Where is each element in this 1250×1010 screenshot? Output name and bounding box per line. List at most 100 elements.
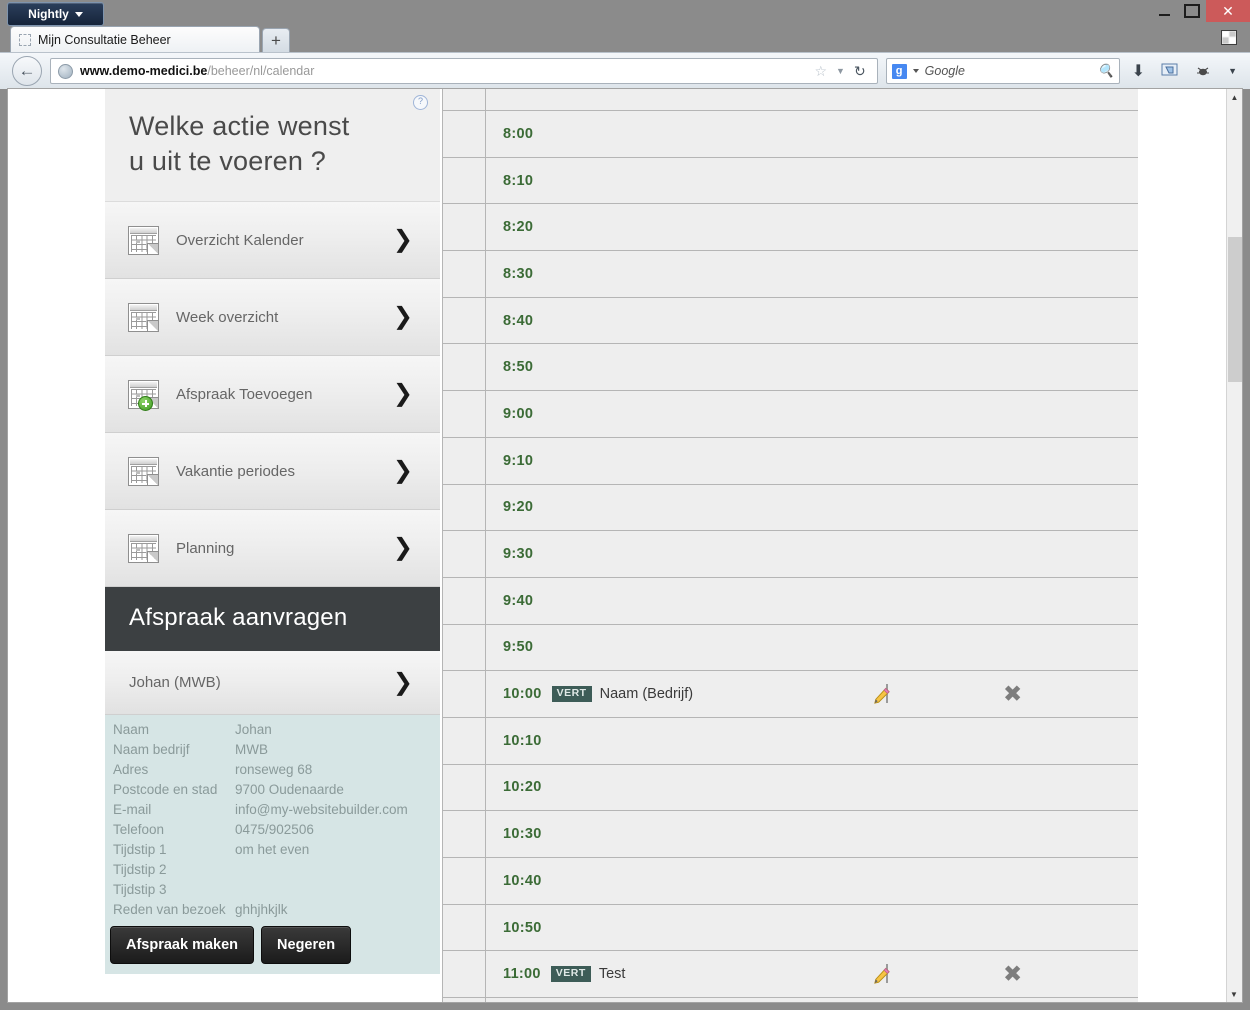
slot-body[interactable]: 9:30 (486, 531, 1138, 577)
search-icon[interactable]: 🔍 (1097, 63, 1113, 79)
slot-body[interactable]: 8:30 (486, 251, 1138, 297)
calendar-slot[interactable]: 9:10 (443, 437, 1138, 485)
slot-body[interactable]: 9:10 (486, 438, 1138, 484)
bookmark-star-icon[interactable]: ☆ (814, 63, 827, 80)
negeren-button[interactable]: Negeren (261, 926, 352, 964)
scrollbar-thumb[interactable] (1228, 237, 1242, 382)
downloads-icon[interactable]: ⬇ (1132, 61, 1145, 81)
calendar-slot[interactable]: 9:00 (443, 391, 1138, 438)
sidebar-item-vakantie-periodes[interactable]: Vakantie periodes ❯ (105, 433, 440, 510)
calendar-slot[interactable]: 10:20 (443, 764, 1138, 812)
calendar-slot[interactable]: 8:40 (443, 297, 1138, 345)
calendar-slot-appointment[interactable]: 10:00 VERT Naam (Bedrijf) ✖ (443, 671, 1138, 718)
slot-body[interactable]: 9:00 (486, 391, 1138, 437)
afspraak-maken-button[interactable]: Afspraak maken (110, 926, 255, 964)
calendar-slot[interactable]: 10:10 (443, 717, 1138, 765)
calendar-slot[interactable]: 9:40 (443, 577, 1138, 625)
delete-appointment-button[interactable]: ✖ (1003, 682, 1022, 706)
search-bar[interactable]: g Google 🔍 (885, 58, 1120, 84)
detail-row: E-mail info@my-websitebuilder.com (105, 800, 440, 820)
page-scrollbar-vertical[interactable]: ▲ ▼ (1226, 89, 1242, 1002)
firefox-app-menu-button[interactable]: Nightly (7, 2, 104, 26)
slot-body[interactable]: 8:10 (486, 158, 1138, 204)
appointment-request-person-row[interactable]: Johan (MWB) ❯ (105, 651, 440, 715)
slot-gutter[interactable] (443, 951, 486, 998)
slot-body[interactable]: 8:50 (486, 344, 1138, 390)
slot-body[interactable]: 10:00 VERT Naam (Bedrijf) ✖ (486, 671, 1138, 717)
edit-appointment-button[interactable] (874, 964, 890, 985)
calendar-slot[interactable]: 8:20 (443, 204, 1138, 252)
slot-gutter[interactable] (443, 204, 486, 251)
calendar-slot[interactable]: 8:30 (443, 251, 1138, 298)
calendar-slot[interactable]: 9:20 (443, 484, 1138, 532)
slot-gutter[interactable] (443, 484, 486, 531)
slot-body[interactable]: 11:00 VERT Test ✖ (486, 951, 1138, 997)
scroll-down-button[interactable]: ▼ (1227, 986, 1241, 1002)
window-minimize-button[interactable] (1150, 0, 1178, 22)
slot-gutter[interactable] (443, 904, 486, 951)
calendar-slot[interactable]: 9:50 (443, 624, 1138, 672)
calendar-slot[interactable]: 9:30 (443, 531, 1138, 578)
slot-gutter[interactable] (443, 717, 486, 764)
slot-gutter[interactable] (443, 577, 486, 624)
slot-gutter[interactable] (443, 531, 486, 577)
toolbar-overflow-chevron-icon[interactable]: ▼ (1228, 66, 1237, 76)
slot-time: 9:20 (503, 499, 534, 516)
calendar-slot-appointment[interactable]: 11:00 VERT Test ✖ (443, 951, 1138, 999)
status-badge: VERT (551, 686, 592, 702)
slot-body[interactable]: 10:10 (486, 718, 1138, 764)
slot-body[interactable]: 10:20 (486, 765, 1138, 811)
slot-body[interactable]: 8:40 (486, 298, 1138, 344)
edit-appointment-button[interactable] (874, 684, 890, 704)
slot-body[interactable]: 10:30 (486, 811, 1138, 857)
reload-icon[interactable]: ↻ (854, 63, 866, 80)
tab-mijn-consultatie-beheer[interactable]: Mijn Consultatie Beheer (10, 26, 260, 52)
slot-body[interactable]: 8:00 (486, 111, 1138, 157)
slot-body[interactable]: 9:20 (486, 485, 1138, 531)
url-path: /beheer/nl/calendar (207, 64, 315, 78)
help-icon[interactable]: ? (413, 95, 428, 110)
slot-body[interactable]: 9:40 (486, 578, 1138, 624)
calendar-slot[interactable]: 8:00 (443, 111, 1138, 158)
calendar-slot[interactable]: 10:40 (443, 858, 1138, 905)
address-bar[interactable]: www.demo-medici.be/beheer/nl/calendar ☆ … (50, 58, 878, 84)
pocket-clipboard-icon[interactable] (1161, 63, 1178, 79)
window-maximize-button[interactable] (1178, 0, 1206, 22)
slot-body[interactable]: 8:20 (486, 204, 1138, 250)
slot-gutter[interactable] (443, 858, 486, 904)
slot-body[interactable]: 10:50 (486, 905, 1138, 951)
slot-gutter[interactable] (443, 391, 486, 437)
chevron-down-icon[interactable] (912, 69, 919, 73)
slot-gutter[interactable] (443, 811, 486, 857)
slot-gutter[interactable] (443, 671, 486, 717)
arrow-left-icon: ← (18, 61, 36, 80)
calendar-slot[interactable]: 8:50 (443, 344, 1138, 392)
bug-icon[interactable] (1194, 64, 1212, 78)
new-tab-button[interactable]: + (262, 28, 290, 53)
sidebar-item-overzicht-kalender[interactable]: Overzicht Kalender ❯ (105, 202, 440, 279)
slot-gutter[interactable] (443, 297, 486, 344)
slot-gutter[interactable] (443, 624, 486, 671)
calendar-slot[interactable]: 10:50 (443, 904, 1138, 952)
search-input[interactable]: Google (925, 64, 965, 78)
slot-body[interactable]: 9:50 (486, 625, 1138, 671)
sidebar-item-week-overzicht[interactable]: Week overzicht ❯ (105, 279, 440, 356)
sidebar-item-afspraak-toevoegen[interactable]: Afspraak Toevoegen ❯ (105, 356, 440, 433)
window-close-button[interactable]: ✕ (1206, 0, 1250, 22)
slot-gutter[interactable] (443, 111, 486, 157)
back-button[interactable]: ← (12, 56, 42, 86)
delete-appointment-button[interactable]: ✖ (1003, 962, 1022, 986)
sidebar-item-planning[interactable]: Planning ❯ (105, 510, 440, 587)
slot-gutter[interactable] (443, 437, 486, 484)
slot-gutter[interactable] (443, 344, 486, 391)
slot-gutter[interactable] (443, 764, 486, 811)
calendar-slot[interactable]: 10:30 (443, 811, 1138, 858)
slot-gutter[interactable] (443, 157, 486, 204)
slot-gutter[interactable] (443, 251, 486, 297)
list-all-tabs-button[interactable] (1218, 27, 1240, 47)
slot-body[interactable]: 10:40 (486, 858, 1138, 904)
calendar-slot[interactable]: 8:10 (443, 157, 1138, 205)
plus-icon: + (271, 31, 281, 50)
chevron-down-icon[interactable]: ▼ (836, 66, 845, 76)
scroll-up-button[interactable]: ▲ (1227, 89, 1242, 105)
